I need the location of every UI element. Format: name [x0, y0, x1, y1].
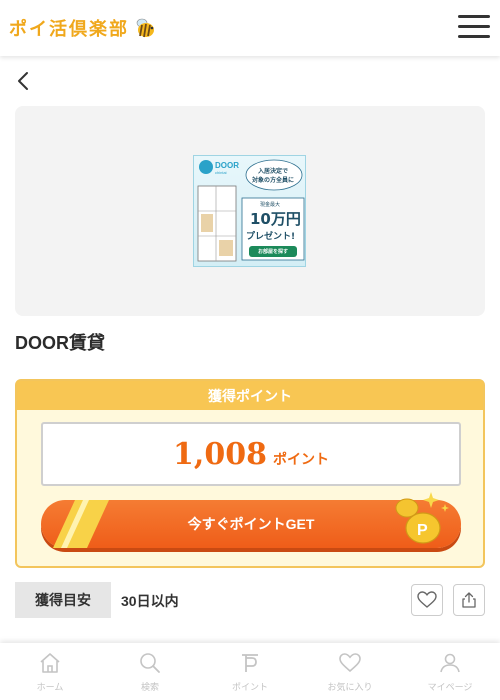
nav-item-favorites[interactable]: お気に入り	[300, 643, 400, 700]
banner-line-2: 対象の方全員に	[252, 177, 295, 184]
favorite-button[interactable]	[411, 584, 443, 616]
offer-banner-image: DOOR chintai 入居決定で 対象の方全員に 現金最大 10万円 プレゼ…	[193, 155, 306, 267]
nav-item-home[interactable]: ホーム	[0, 643, 100, 700]
point-panel: 獲得ポイント 1,008 ポイント 今すぐポイントGET P	[15, 379, 485, 568]
logo-text: ポイ活倶楽部	[9, 19, 129, 40]
nav-item-point[interactable]: ポイント	[200, 643, 300, 700]
bee-icon	[136, 18, 154, 38]
nav-label-search: 検索	[140, 682, 159, 692]
nav-label-favorites: お気に入り	[327, 682, 373, 692]
heart-icon	[417, 591, 437, 608]
banner-amount: 10万円	[250, 210, 301, 228]
site-logo[interactable]: ポイ活倶楽部	[9, 14, 157, 42]
hamburger-menu-icon[interactable]	[458, 13, 490, 41]
nav-label-point: ポイント	[231, 682, 268, 692]
point-value-box: 1,008 ポイント	[41, 422, 461, 486]
banner-brand-sub: chintai	[215, 170, 227, 175]
chevron-left-icon[interactable]	[12, 68, 36, 94]
banner-note: 現金最大	[260, 202, 281, 208]
bottom-navigation: ホーム 検索 ポイント お気に入り マイページ	[0, 643, 500, 700]
point-icon	[242, 654, 258, 672]
share-button[interactable]	[453, 584, 485, 616]
nav-item-mypage[interactable]: マイページ	[400, 643, 500, 700]
search-icon	[140, 653, 160, 673]
home-icon	[40, 653, 60, 673]
point-amount: 1,008	[173, 436, 267, 472]
nav-item-search[interactable]: 検索	[100, 643, 200, 700]
share-icon	[462, 592, 476, 608]
nav-label-home: ホーム	[36, 682, 64, 692]
banner-present: プレゼント!	[246, 232, 296, 242]
banner-line-1: 入居決定で	[258, 168, 289, 175]
point-unit: ポイント	[272, 451, 329, 467]
heart-icon	[339, 653, 361, 673]
acquisition-period-value: 30日以内	[121, 593, 179, 609]
banner-brand: DOOR	[215, 161, 239, 170]
offer-title: DOOR賃貸	[15, 333, 105, 353]
user-icon	[440, 653, 460, 673]
point-panel-header: 獲得ポイント	[17, 381, 483, 410]
banner-cta: お部屋を探す	[258, 249, 289, 255]
offer-banner-container: DOOR chintai 入居決定で 対象の方全員に 現金最大 10万円 プレゼ…	[15, 106, 485, 316]
app-header: ポイ活倶楽部	[0, 0, 500, 56]
coins-icon: P	[395, 492, 449, 544]
svg-text:P: P	[417, 522, 428, 539]
get-points-button[interactable]: 今すぐポイントGET P	[41, 492, 461, 548]
nav-label-mypage: マイページ	[427, 682, 473, 692]
acquisition-period-label: 獲得目安	[15, 582, 111, 618]
